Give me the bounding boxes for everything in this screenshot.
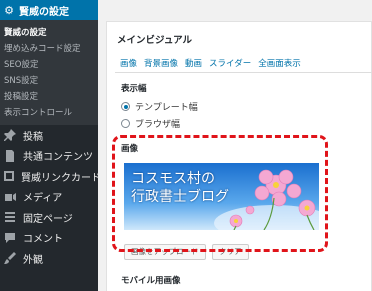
sidebar-item-label: コメント — [23, 234, 63, 246]
pushpin-icon — [3, 128, 17, 142]
upload-image-button[interactable]: 画像をアップロード — [124, 244, 206, 260]
admin-sidebar: ⚙ 賢威の設定 賢威の設定 埋め込みコード設定 SEO設定 SNS設定 投稿設定… — [0, 0, 101, 291]
tab-image[interactable]: 画像 — [120, 57, 137, 69]
brush-icon — [3, 251, 17, 265]
display-width-label: 表示幅 — [121, 84, 147, 94]
sidebar-item-media[interactable]: メディア — [0, 187, 98, 208]
sidebar-item-label: 共通コンテンツ — [23, 152, 93, 164]
sidebar-item-common-contents[interactable]: 共通コンテンツ — [0, 146, 98, 167]
sidebar-menu: 投稿 共通コンテンツ 賢威リンクカード メディア 固定ページ コメント 外観 — [0, 125, 101, 269]
sidebar-item-link-card[interactable]: 賢威リンクカード — [0, 166, 101, 187]
sidebar-item-posts[interactable]: 投稿 — [0, 125, 98, 146]
sidebar-submenu: 賢威の設定 埋め込みコード設定 SEO設定 SNS設定 投稿設定 表示コントロー… — [0, 20, 98, 125]
tab-slider[interactable]: スライダー — [209, 57, 251, 69]
main-visual-image-preview: コスモス村の 行政書士ブログ — [124, 163, 319, 230]
document-icon — [3, 149, 17, 163]
submenu-item-embed-code[interactable]: 埋め込みコード設定 — [0, 41, 98, 57]
visual-tabs: 画像 背景画像 動画 スライダー 全画面表示 — [120, 57, 301, 69]
media-icon — [3, 190, 17, 204]
tab-divider — [115, 72, 372, 73]
radio-label: ブラウザ幅 — [135, 120, 181, 130]
radio-selected-indicator[interactable] — [121, 102, 130, 111]
sidebar-item-pages[interactable]: 固定ページ — [0, 207, 98, 228]
tab-fullscreen[interactable]: 全画面表示 — [258, 57, 301, 69]
clear-image-button[interactable]: クリア — [212, 244, 249, 260]
submenu-item-seo[interactable]: SEO設定 — [0, 57, 98, 73]
mobile-image-label: モバイル用画像 — [121, 276, 181, 286]
sidebar-item-label: メディア — [23, 193, 63, 205]
radio-template-width[interactable]: テンプレート幅 — [121, 100, 198, 113]
sidebar-item-label: 固定ページ — [23, 213, 73, 225]
radio-indicator[interactable] — [121, 119, 130, 128]
sidebar-item-label: 投稿 — [23, 131, 43, 143]
submenu-item-display-control[interactable]: 表示コントロール — [0, 105, 98, 121]
sidebar-item-label: 賢威リンクカード — [21, 172, 101, 184]
sidebar-item-appearance[interactable]: 外観 — [0, 248, 98, 269]
tab-video[interactable]: 動画 — [185, 57, 202, 69]
submenu-item-keni-settings[interactable]: 賢威の設定 — [0, 25, 98, 41]
image-caption: コスモス村の 行政書士ブログ — [131, 170, 229, 206]
comment-icon — [3, 231, 17, 245]
image-label: 画像 — [121, 144, 139, 154]
card-icon — [3, 169, 15, 183]
page-icon — [3, 210, 17, 224]
sidebar-current-menu[interactable]: ⚙ 賢威の設定 — [0, 0, 98, 20]
gear-icon: ⚙ — [4, 3, 14, 17]
submenu-item-sns[interactable]: SNS設定 — [0, 73, 98, 89]
sidebar-item-comments[interactable]: コメント — [0, 228, 98, 249]
sidebar-item-label: 外観 — [23, 254, 43, 266]
image-caption-line2: 行政書士ブログ — [131, 189, 229, 205]
radio-label: テンプレート幅 — [135, 103, 198, 113]
image-caption-line1: コスモス村の — [131, 171, 215, 187]
sidebar-current-label: 賢威の設定 — [19, 6, 69, 18]
submenu-item-post-settings[interactable]: 投稿設定 — [0, 89, 98, 105]
radio-browser-width[interactable]: ブラウザ幅 — [121, 117, 180, 130]
panel-title: メインビジュアル — [117, 35, 193, 46]
tab-background-image[interactable]: 背景画像 — [144, 57, 178, 69]
